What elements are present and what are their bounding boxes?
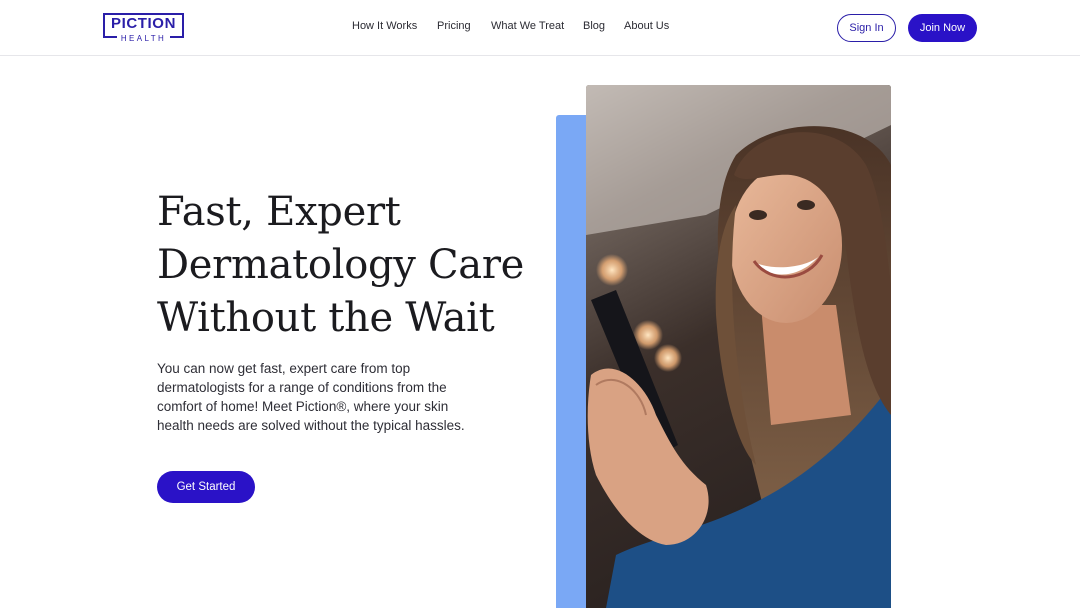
piction-health-logo[interactable]: PICTION HEALTH [103, 13, 184, 43]
nav-how-it-works[interactable]: How It Works [352, 20, 417, 32]
get-started-button[interactable]: Get Started [157, 471, 255, 503]
sign-in-button[interactable]: Sign In [837, 14, 896, 42]
hero-title-line: Fast, Expert [157, 189, 401, 235]
hero-title-line: Without the Wait [157, 295, 495, 341]
nav-what-we-treat[interactable]: What We Treat [491, 20, 564, 32]
hero-description: You can now get fast, expert care from t… [157, 361, 465, 433]
nav-about-us[interactable]: About Us [624, 20, 669, 32]
hero-title: Fast, Expert Dermatology Care Without th… [157, 186, 557, 345]
site-header: PICTION HEALTH How It Works Pricing What… [0, 0, 1080, 56]
nav-pricing[interactable]: Pricing [437, 20, 471, 32]
hero-title-line: Dermatology Care [157, 242, 525, 288]
join-now-button[interactable]: Join Now [908, 14, 977, 42]
nav-blog[interactable]: Blog [583, 20, 605, 32]
logo-subtext: HEALTH [120, 34, 167, 43]
logo-text: PICTION [110, 15, 177, 32]
hero-photo [586, 85, 891, 608]
